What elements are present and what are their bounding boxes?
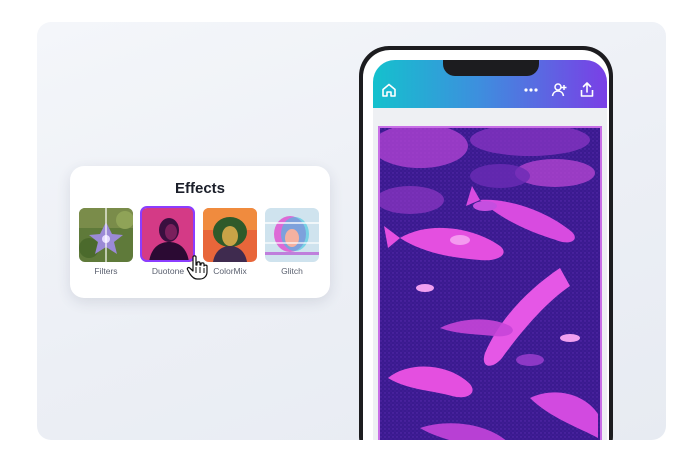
flower-image	[79, 208, 133, 262]
share-icon[interactable]	[579, 81, 595, 98]
collaborators-icon[interactable]	[551, 81, 569, 99]
phone-notch	[443, 60, 539, 76]
effect-glitch-label: Glitch	[281, 266, 303, 276]
koi-fish-image	[380, 128, 600, 440]
effect-colormix-thumbnail[interactable]	[203, 208, 257, 262]
more-icon[interactable]	[523, 85, 539, 95]
editor-canvas-area	[373, 108, 607, 440]
home-icon[interactable]	[381, 82, 397, 98]
koi-duotone-design[interactable]	[378, 126, 602, 440]
effects-title: Effects	[174, 180, 226, 197]
phone-bezel	[363, 50, 609, 440]
portrait-colormix-image	[203, 208, 257, 262]
effect-filters-thumbnail[interactable]	[79, 208, 133, 262]
effects-panel: Effects Filters Duotone ColorMix Glitch	[70, 166, 330, 298]
effect-glitch-thumbnail[interactable]	[265, 208, 319, 262]
effect-filters-label: Filters	[94, 266, 118, 276]
hand-pointer-cursor-icon	[186, 255, 208, 280]
phone-screen	[373, 60, 607, 440]
phone-frame	[359, 46, 613, 440]
hero-stage: Effects Filters Duotone ColorMix Glitch	[37, 22, 666, 440]
portrait-glitch-image	[265, 208, 319, 262]
